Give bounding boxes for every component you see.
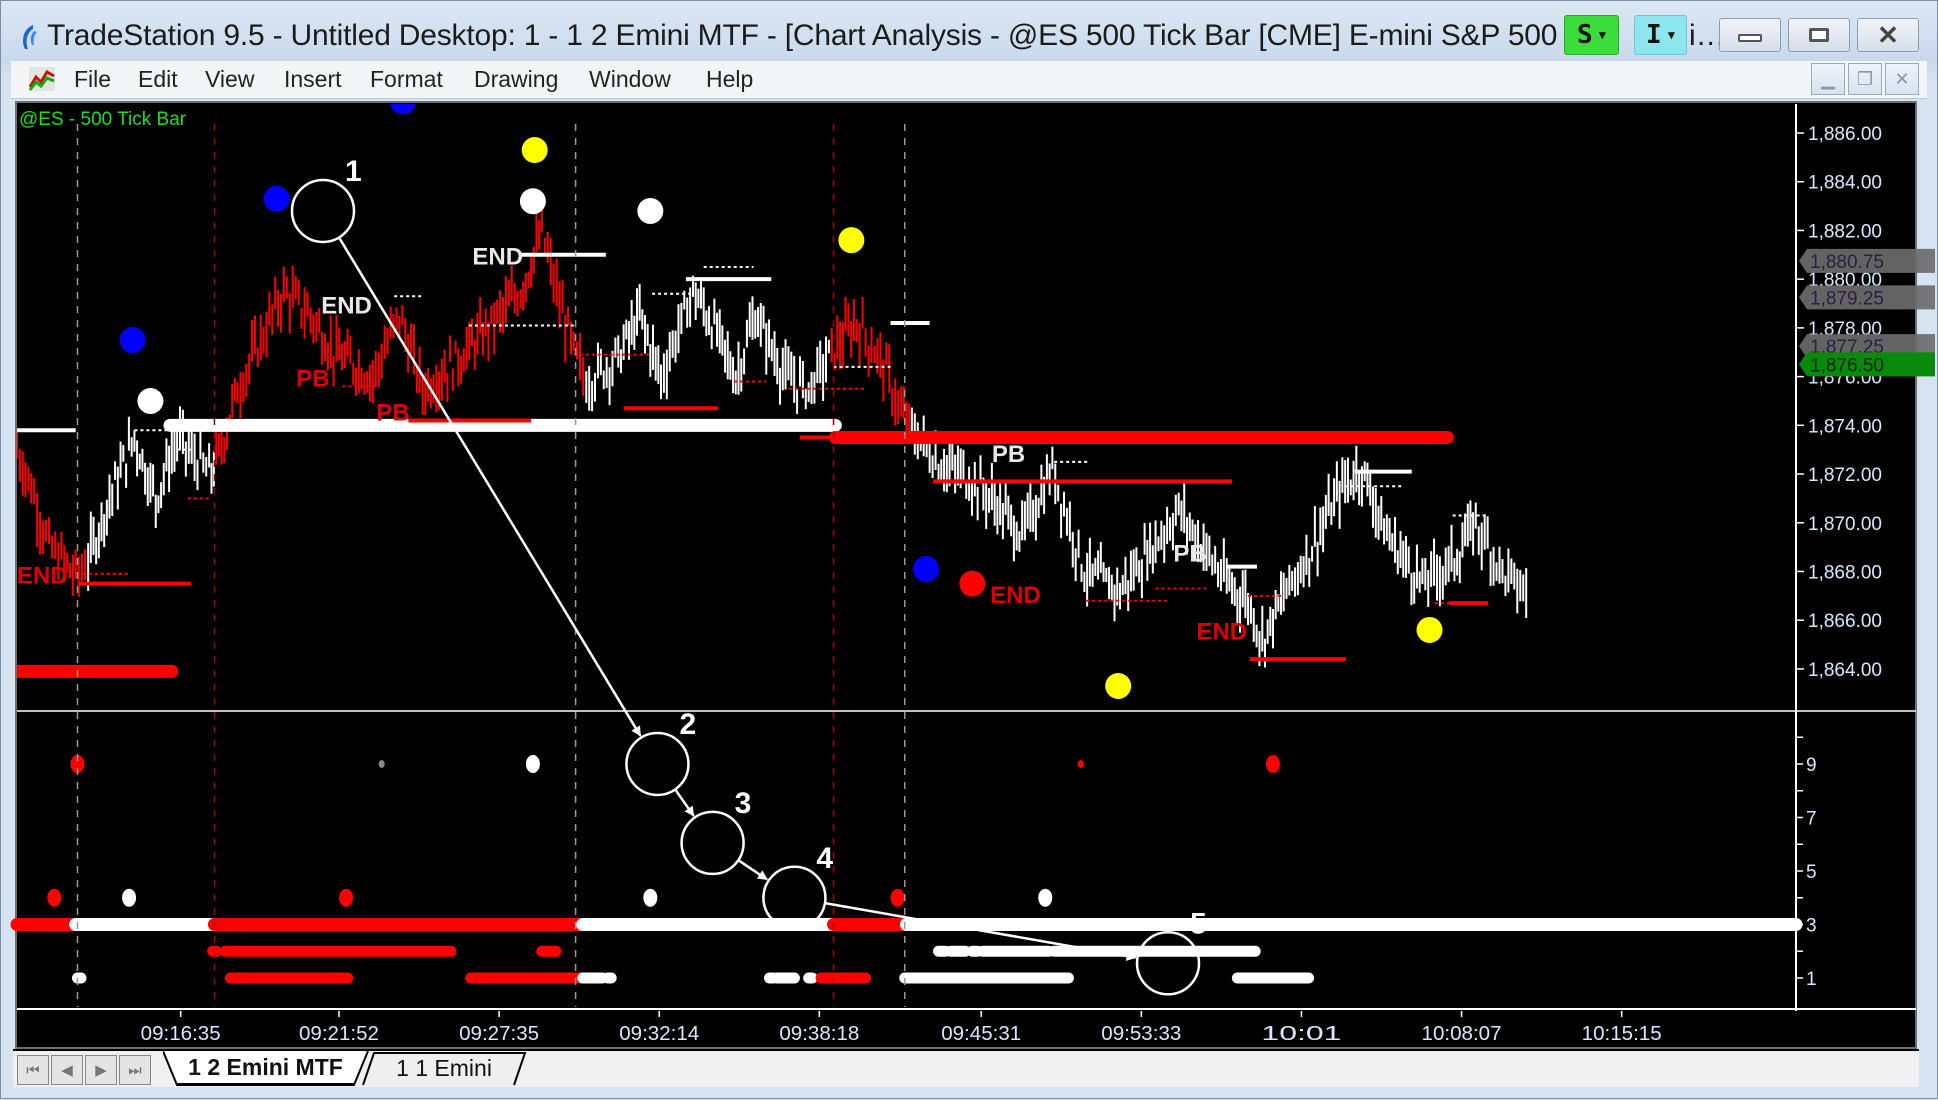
- time-tick-label: 10:15:15: [1582, 1023, 1662, 1045]
- price-tick-label: 1,872.00: [1808, 465, 1882, 486]
- red-indicator-dot: [47, 888, 62, 907]
- indicator-pane: [10, 755, 1803, 984]
- tab-outline: [163, 1051, 527, 1086]
- white-signal-dot: [137, 387, 164, 414]
- price-tick-label: 1,882.00: [1808, 221, 1882, 242]
- white-signal-dot: [519, 188, 546, 215]
- red-indicator-dot: [1265, 755, 1280, 773]
- white-indicator-dot: [1038, 888, 1053, 907]
- time-tick-label: 09:21:52: [299, 1023, 379, 1045]
- tradestation-window: TradeStation 9.5 - Untitled Desktop: 1 -…: [0, 0, 1938, 1099]
- yellow-signal-dot: [1416, 616, 1443, 643]
- chart-canvas[interactable]: END END PB PB END PB END PB END 1,886.00 1,884.00 1…: [1, 1, 1938, 1100]
- tab-nav-prev[interactable]: ◀: [51, 1055, 83, 1085]
- time-tick-label: 10:01: [1261, 1023, 1341, 1045]
- price-tick-label: 1,874.00: [1808, 416, 1882, 437]
- chart-text-label: PB: [296, 365, 329, 392]
- time-tick-label: 09:32:14: [619, 1023, 699, 1045]
- white-indicator-dot: [525, 755, 540, 773]
- price-marker-label: 1,879.25: [1810, 288, 1884, 309]
- chart-text-label: END: [990, 582, 1041, 609]
- price-tick-label: 1,868.00: [1808, 562, 1882, 583]
- annotation-number: 4: [816, 842, 833, 875]
- time-tick-label: 10:08:07: [1422, 1023, 1502, 1045]
- annotation-circle: [680, 810, 745, 876]
- white-signal-dot: [637, 197, 664, 224]
- chart-text-label: END: [321, 292, 372, 319]
- annotation-number: 2: [679, 708, 696, 741]
- annotation-arrow: [337, 236, 642, 737]
- prev-icon: ◀: [61, 1062, 73, 1079]
- tab-nav-first[interactable]: ⏮: [17, 1055, 49, 1085]
- indicator-tick-label: 5: [1806, 862, 1817, 883]
- annotation-circle: [290, 178, 356, 244]
- chart-text-label: END: [1196, 619, 1247, 646]
- next-icon: ▶: [95, 1062, 107, 1079]
- red-signal-dot: [959, 570, 986, 597]
- annotation-number: 3: [735, 787, 752, 820]
- time-tick-label: 09:45:31: [941, 1023, 1021, 1045]
- annotation-number: 5: [1190, 907, 1207, 940]
- indicator-tick-label: 7: [1806, 809, 1817, 830]
- price-tick-label: 1,870.00: [1808, 514, 1882, 535]
- red-indicator-dot: [1077, 760, 1084, 768]
- blue-signal-dot: [119, 327, 146, 354]
- price-tick-label: 1,866.00: [1808, 611, 1882, 632]
- annotation-circle: [625, 731, 690, 797]
- price-tick-label: 1,884.00: [1808, 173, 1882, 194]
- price-tick-label: 1,886.00: [1808, 124, 1882, 145]
- tab-nav-next[interactable]: ▶: [85, 1055, 117, 1085]
- chart-text-label: PB: [376, 399, 409, 426]
- price-pane: END END PB PB END PB END PB END: [17, 104, 1528, 699]
- tab-bar: ⏮ ◀ ▶ ⏭ 1 2 Emini MTF 1 1 Emini: [13, 1049, 1919, 1087]
- time-tick-label: 09:16:35: [141, 1023, 221, 1045]
- white-indicator-dot: [643, 888, 658, 907]
- yellow-signal-dot: [838, 227, 865, 254]
- white-indicator-dot: [122, 888, 137, 907]
- annotation-circle: [1135, 931, 1201, 996]
- indicator-tick-label: 1: [1806, 969, 1817, 990]
- chart-text-label: PB: [992, 441, 1025, 468]
- blue-signal-dot: [263, 185, 290, 212]
- price-tick-label: 1,864.00: [1808, 660, 1882, 681]
- time-tick-label: 09:53:33: [1101, 1023, 1181, 1045]
- time-tick-label: 09:27:35: [459, 1023, 539, 1045]
- chart-text-label: END: [472, 244, 523, 271]
- price-marker-label: 1,880.75: [1810, 252, 1884, 273]
- annotation-number: 1: [345, 155, 362, 188]
- yellow-signal-dot: [521, 137, 548, 164]
- indicator-tick-label: 9: [1806, 755, 1817, 776]
- price-marker-label: 1,876.50: [1810, 355, 1884, 376]
- indicator-tick-label: 3: [1806, 916, 1817, 937]
- symbol-label: @ES - 500 Tick Bar: [19, 109, 187, 130]
- first-icon: ⏮: [26, 1061, 40, 1079]
- time-tick-label: 09:38:18: [779, 1023, 859, 1045]
- annotation-arrow: [737, 859, 768, 881]
- gray-indicator-dot: [378, 760, 385, 768]
- blue-signal-dot: [390, 104, 416, 115]
- tab-nav-last[interactable]: ⏭: [119, 1055, 151, 1085]
- red-indicator-dot: [339, 888, 354, 907]
- red-indicator-dot: [890, 888, 905, 907]
- annotation-arrow: [674, 788, 695, 817]
- blue-signal-dot: [913, 556, 940, 583]
- last-icon: ⏭: [128, 1061, 142, 1079]
- chart-text-label: PB: [1173, 541, 1206, 568]
- chart-text-label: END: [17, 563, 68, 590]
- yellow-signal-dot: [1105, 672, 1132, 699]
